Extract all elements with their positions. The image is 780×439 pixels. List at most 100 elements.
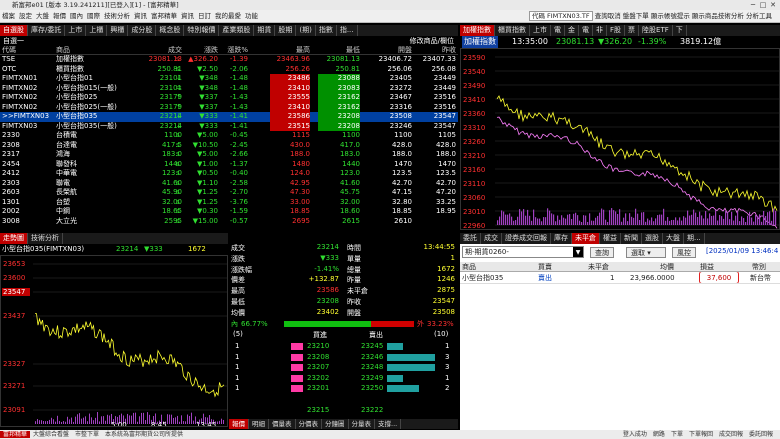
- quote-row[interactable]: 2002 中鋼 18.65 ▼0.30 -1.59 18.85 18.60 18.85 18.9…: [0, 207, 458, 217]
- quote-tab[interactable]: 自選股: [0, 25, 28, 36]
- maximize-button[interactable]: □: [758, 0, 768, 10]
- index-tab[interactable]: 上市: [530, 25, 551, 36]
- ask-price[interactable]: 23246: [361, 353, 383, 361]
- quote-tab[interactable]: 特別報價: [184, 25, 220, 36]
- index-tab[interactable]: 電: [551, 25, 565, 36]
- menu-item[interactable]: 設定: [17, 12, 34, 20]
- quote-tab[interactable]: 指數: [316, 25, 337, 36]
- tick-tab[interactable]: 技術分析: [28, 233, 63, 244]
- tab-group-select[interactable]: 自選一: [3, 36, 24, 46]
- bid-price[interactable]: 23201: [307, 384, 329, 392]
- toolbar-item[interactable]: 顯示帳號提示: [651, 12, 690, 20]
- order-tab[interactable]: 選股: [642, 233, 663, 244]
- position-row[interactable]: 小型台指035 賣出 1 23,966.0000 37,600 新台幣: [460, 272, 780, 284]
- quote-tab[interactable]: 興櫃: [107, 25, 129, 36]
- column-header[interactable]: 最高: [270, 46, 310, 54]
- bid-price[interactable]: 23208: [307, 353, 329, 361]
- quote-tab[interactable]: 概念股: [156, 25, 185, 36]
- ask-price[interactable]: 23250: [361, 384, 383, 392]
- column-header[interactable]: 商品: [56, 46, 136, 54]
- quote-tab[interactable]: 產業類股: [219, 25, 255, 36]
- order-tab[interactable]: 權益: [600, 233, 621, 244]
- menu-item[interactable]: 功能: [243, 12, 260, 20]
- index-tab[interactable]: 非: [593, 25, 607, 36]
- index-tab[interactable]: 電: [579, 25, 593, 36]
- menu-item[interactable]: 國內: [68, 12, 85, 20]
- quote-tab[interactable]: 上市: [65, 25, 87, 36]
- menu-item[interactable]: 我的最愛: [213, 12, 243, 20]
- menu-item[interactable]: 富邦精華: [149, 12, 179, 20]
- quote-row[interactable]: 2308 台達電 417.5 ▼10.50 -2.45 430.0 417.0 428.0 42…: [0, 141, 458, 151]
- ask-price[interactable]: 23249: [361, 374, 383, 382]
- quote-row[interactable]: 1301 台塑 32.00 ▼1.25 -3.76 33.00 32.00 32.80 33.2…: [0, 198, 458, 208]
- quote-row[interactable]: 2454 聯發科 1440 ▼1.00 -1.37 1480 1440 1470 1470 s: [0, 160, 458, 170]
- column-header[interactable]: 漲跌%: [214, 46, 248, 54]
- toolbar-item[interactable]: 分析工具: [746, 12, 772, 20]
- index-tab[interactable]: 票: [625, 25, 640, 36]
- index-tab[interactable]: 金: [565, 25, 579, 36]
- order-tab[interactable]: 委託: [460, 233, 481, 244]
- quote-row[interactable]: 3008 大立光 2595 ▼15.00 -0.57 2695 2615 2610 s: [0, 217, 458, 227]
- account-select[interactable]: 期-期貨0260- ▼: [462, 246, 584, 258]
- order-tab[interactable]: 新聞: [621, 233, 642, 244]
- menu-item[interactable]: 國際: [85, 12, 102, 20]
- column-header[interactable]: 最低: [318, 46, 360, 54]
- risk-button[interactable]: 風控: [672, 247, 696, 258]
- menu-item[interactable]: 技術分析: [102, 12, 132, 20]
- index-tab[interactable]: 陸股ETF: [639, 25, 673, 36]
- quote-row[interactable]: FIMTXN02 小型台指025(一般) 23179 ▼337 -1.43 23410 23…: [0, 102, 458, 112]
- quote-row[interactable]: FIMTXN02 小型台指025 23179 ▼337 -1.43 23555 23162 2…: [0, 93, 458, 103]
- toolbar-item[interactable]: 盤盤下單: [623, 12, 649, 20]
- order-tab[interactable]: 庫存: [551, 233, 572, 244]
- select-button[interactable]: 選取 ▾: [626, 247, 666, 258]
- menu-item[interactable]: 報價: [51, 12, 68, 20]
- quote-row[interactable]: 2412 中華電 123.0 ▼0.50 -0.40 124.0 123.0 123.5 123…: [0, 169, 458, 179]
- index-tab[interactable]: F股: [607, 25, 626, 36]
- order-tab[interactable]: 大盤: [663, 233, 684, 244]
- minimize-button[interactable]: ─: [748, 0, 758, 10]
- index-tab[interactable]: 加權指數: [460, 25, 495, 36]
- index-tab[interactable]: 櫃買指數: [495, 25, 530, 36]
- status-left-item[interactable]: 富邦精華: [0, 431, 31, 438]
- position-column-header[interactable]: 幣別: [752, 262, 766, 271]
- index-chart[interactable]: 23590 23540 23490 23410 23360 23310 23260 23210…: [460, 48, 780, 230]
- menu-item[interactable]: 資訊: [132, 12, 149, 20]
- quote-row[interactable]: FIMTXN02 小型台指015(一般) 23101 ▼348 -1.48 23410 23…: [0, 83, 458, 93]
- detail-tab[interactable]: 支撐...: [375, 419, 402, 429]
- quote-row[interactable]: TSE 加權指數 23081.13 ▲326.20 -1.39 23463.96 23081…: [0, 55, 458, 65]
- position-column-header[interactable]: 買賣: [538, 262, 552, 271]
- close-button[interactable]: ✕: [768, 0, 778, 10]
- ask-price[interactable]: 23245: [361, 342, 383, 350]
- quote-row[interactable]: OTC 櫃買指數 250.81 ▼2.50 -2.06 256.26 250.81 256.0…: [0, 65, 458, 75]
- quote-row[interactable]: 2303 聯電 41.60 ▼1.10 -2.58 42.95 41.60 42.70 42.7…: [0, 179, 458, 189]
- quote-tab[interactable]: 指...: [337, 25, 358, 36]
- detail-tab[interactable]: 分價表: [296, 419, 322, 429]
- column-header[interactable]: 成交: [146, 46, 182, 54]
- column-header[interactable]: 漲跌: [178, 46, 218, 54]
- quote-row[interactable]: FIMTXN03 小型台指035(一般) 23214 ▼333 -1.41 23515 23…: [0, 121, 458, 131]
- quote-tab[interactable]: 成分股: [128, 25, 157, 36]
- toolbar-item[interactable]: 查詢取消: [595, 12, 621, 20]
- edit-columns-link[interactable]: 修改商品/欄位: [410, 36, 454, 46]
- bid-price[interactable]: 23210: [307, 342, 329, 350]
- status-left-item[interactable]: 本系統為富邦期貨公司所提供: [102, 431, 186, 438]
- status-left-item[interactable]: 市整下單: [72, 431, 102, 438]
- code-input[interactable]: 代碼 FIMTXN03.TF: [528, 11, 593, 21]
- quote-tab[interactable]: 庫存/委託: [28, 25, 66, 36]
- column-header[interactable]: 昨收: [420, 46, 456, 54]
- status-left-item[interactable]: 大盤綜合看盤: [30, 431, 72, 438]
- quote-tab[interactable]: 上櫃: [86, 25, 108, 36]
- ask-price[interactable]: 23248: [361, 363, 383, 371]
- position-column-header[interactable]: 商品: [462, 262, 476, 271]
- quote-tab[interactable]: 股期: [275, 25, 297, 36]
- quote-row[interactable]: 2317 鴻海 183.0 ▼5.00 -2.66 188.0 183.0 188.0 188.…: [0, 150, 458, 160]
- index-tab[interactable]: 下: [673, 25, 687, 36]
- menu-item[interactable]: 日訂: [196, 12, 213, 20]
- detail-tab[interactable]: 價量表: [269, 419, 296, 429]
- order-tab[interactable]: 成交: [481, 233, 502, 244]
- position-column-header[interactable]: 損益: [700, 262, 714, 271]
- quote-row[interactable]: >>FIMTXN03 小型台指035 23214 ▼333 -1.41 23586 2320…: [0, 112, 458, 122]
- order-tab[interactable]: 期...: [684, 233, 705, 244]
- menu-item[interactable]: 檔案: [0, 12, 17, 20]
- detail-tab[interactable]: 報價: [229, 419, 249, 429]
